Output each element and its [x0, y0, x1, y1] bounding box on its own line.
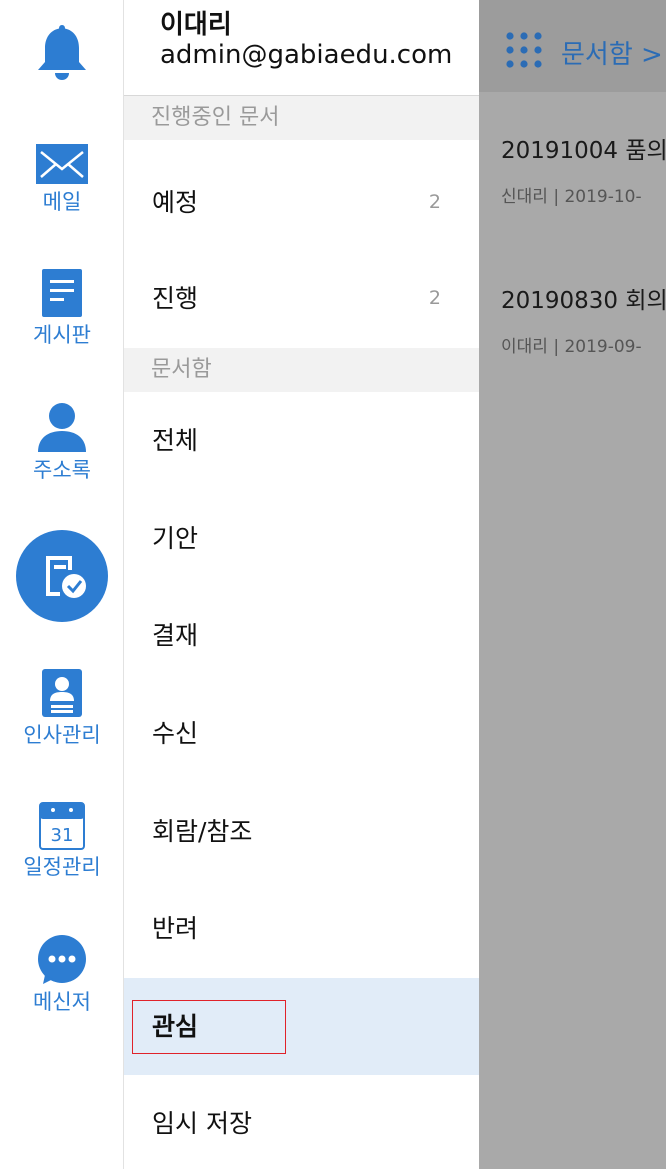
menu-item-label: 기안 — [152, 524, 199, 553]
chat-bubble-icon — [0, 935, 124, 985]
count-badge: 2 — [428, 287, 441, 309]
approval-menu-panel: 이대리 admin@gabiaedu.com 진행중인 문서 예정 2 진행 2… — [124, 0, 479, 1172]
menu-item-label: 회람/참조 — [152, 817, 253, 846]
rail-item-board[interactable]: 게시판 — [0, 268, 124, 348]
board-icon — [0, 268, 124, 318]
document-title[interactable]: 20190830 회의 — [501, 281, 666, 315]
app-rail: 메일 게시판 주소록 인사관리 31 일정관리 메신저 — [0, 0, 124, 1169]
menu-item-label: 결재 — [152, 621, 199, 650]
rail-item-schedule[interactable]: 31 일정관리 — [0, 802, 124, 880]
app-grid-icon[interactable] — [506, 32, 542, 72]
rail-item-mail[interactable]: 메일 — [0, 143, 124, 215]
bell-icon — [0, 22, 124, 82]
rail-label-hr: 인사관리 — [23, 723, 101, 747]
rail-item-approval[interactable] — [0, 530, 124, 622]
document-title[interactable]: 20191004 품의 — [501, 131, 666, 165]
rail-label-contacts: 주소록 — [33, 458, 91, 482]
menu-item-label: 예정 — [152, 188, 199, 217]
menu-item-received[interactable]: 수신 — [124, 685, 479, 782]
menu-item-all[interactable]: 전체 — [124, 392, 479, 489]
menu-item-label: 임시 저장 — [152, 1109, 252, 1138]
menu-item-in-progress[interactable]: 진행 2 — [124, 250, 479, 347]
rail-label-schedule: 일정관리 — [23, 855, 101, 879]
menu-item-label: 전체 — [152, 426, 199, 455]
rail-item-messenger[interactable]: 메신저 — [0, 935, 124, 1015]
section-header-docbox: 문서함 — [124, 348, 479, 392]
content-title[interactable]: 문서함 > — [561, 34, 663, 71]
rail-label-mail: 메일 — [42, 190, 82, 214]
content-header: 문서함 > — [479, 0, 666, 92]
document-meta: 이대리 | 2019-09- — [501, 337, 642, 357]
calendar-icon: 31 — [0, 802, 124, 850]
calendar-day-text: 31 — [51, 825, 74, 846]
menu-item-temp-saved[interactable]: 임시 저장 — [124, 1075, 479, 1172]
id-badge-icon — [0, 668, 124, 718]
person-icon — [0, 401, 124, 453]
profile-email: admin@gabiaedu.com — [160, 40, 453, 70]
count-badge: 2 — [428, 191, 441, 213]
document-list-overlay[interactable]: 문서함 > 20191004 품의 신대리 | 2019-10- 2019083… — [479, 0, 666, 1169]
menu-item-draft[interactable]: 기안 — [124, 490, 479, 587]
section-header-in-progress: 진행중인 문서 — [124, 96, 479, 140]
menu-item-circulation[interactable]: 회람/참조 — [124, 783, 479, 880]
menu-item-label: 반려 — [152, 914, 199, 943]
document-meta: 신대리 | 2019-10- — [501, 187, 642, 207]
menu-item-label: 수신 — [152, 719, 199, 748]
profile-header: 이대리 admin@gabiaedu.com — [124, 0, 479, 96]
menu-item-rejected[interactable]: 반려 — [124, 880, 479, 977]
rail-item-contacts[interactable]: 주소록 — [0, 401, 124, 483]
rail-item-notifications[interactable] — [0, 22, 124, 82]
menu-item-label: 진행 — [152, 284, 199, 313]
mail-icon — [0, 143, 124, 185]
menu-item-approve[interactable]: 결재 — [124, 587, 479, 684]
menu-item-favorites[interactable]: 관심 — [124, 978, 479, 1075]
menu-item-scheduled[interactable]: 예정 2 — [124, 154, 479, 251]
rail-label-messenger: 메신저 — [33, 990, 91, 1014]
profile-name: 이대리 — [160, 10, 232, 40]
rail-item-hr[interactable]: 인사관리 — [0, 668, 124, 748]
approval-document-icon — [0, 530, 124, 622]
highlight-box — [132, 1000, 286, 1054]
rail-label-board: 게시판 — [33, 323, 91, 347]
